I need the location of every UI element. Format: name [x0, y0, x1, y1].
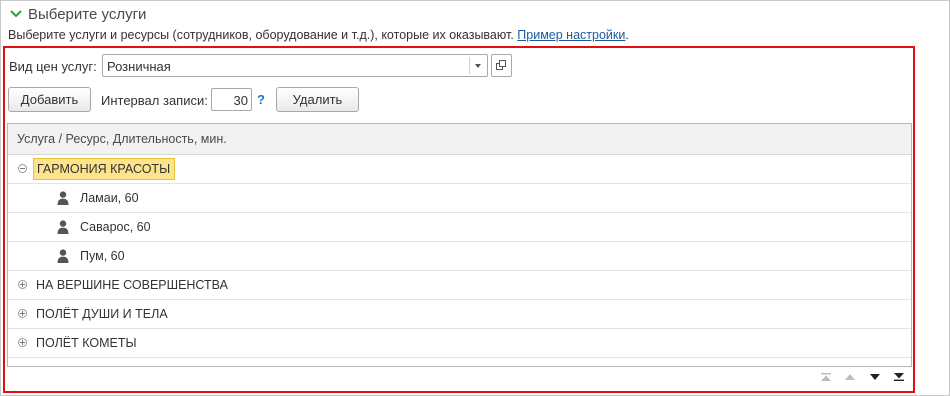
price-type-value: Розничная — [107, 59, 171, 74]
section-subtitle: Выберите услуги и ресурсы (сотрудников, … — [8, 28, 629, 42]
group-label: НА ВЕРШИНЕ СОВЕРШЕНСТВА — [36, 278, 228, 292]
open-form-icon — [496, 60, 506, 70]
person-icon — [57, 191, 69, 205]
subtitle-end: . — [625, 28, 629, 42]
dropdown-arrow-icon[interactable] — [475, 64, 481, 68]
price-type-select[interactable]: Розничная — [102, 54, 488, 77]
scroll-bottom-button[interactable] — [888, 367, 910, 387]
price-type-label: Вид цен услуг: — [9, 59, 97, 74]
table-row[interactable]: НА ВЕРШИНЕ СОВЕРШЕНСТВА — [8, 271, 911, 300]
subtitle-text: Выберите услуги и ресурсы (сотрудников, … — [8, 28, 514, 42]
expand-icon[interactable] — [18, 309, 27, 318]
services-table[interactable]: Услуга / Ресурс, Длительность, мин. ГАРМ… — [7, 123, 912, 367]
group-label: ГАРМОНИЯ КРАСОТЫ — [33, 158, 176, 180]
scroll-to-top-icon — [821, 373, 831, 381]
scroll-down-button[interactable] — [864, 367, 886, 387]
scroll-up-icon — [845, 374, 855, 380]
delete-button[interactable]: Удалить — [276, 87, 359, 112]
table-row[interactable]: Ламаи, 60 — [8, 184, 911, 213]
table-row[interactable]: ПОЛЁТ КОМЕТЫ — [8, 329, 911, 358]
resource-label: Саварос, 60 — [80, 220, 151, 234]
section-title: Выберите услуги — [28, 5, 147, 23]
table-row[interactable]: Саварос, 60 — [8, 213, 911, 242]
add-button[interactable]: Добавить — [8, 87, 91, 112]
select-divider — [469, 57, 470, 74]
expand-icon[interactable] — [18, 338, 27, 347]
table-row[interactable]: ПОЛЁТ ДУШИ И ТЕЛА — [8, 300, 911, 329]
expand-icon[interactable] — [18, 280, 27, 289]
table-row[interactable]: Пум, 60 — [8, 242, 911, 271]
person-icon — [57, 249, 69, 263]
person-icon — [57, 220, 69, 234]
section-header[interactable]: Выберите услуги — [9, 4, 146, 24]
collapse-icon[interactable] — [18, 164, 27, 173]
help-icon[interactable]: ? — [257, 92, 265, 107]
table-header[interactable]: Услуга / Ресурс, Длительность, мин. — [8, 124, 911, 155]
table-row[interactable]: ГАРМОНИЯ КРАСОТЫ — [8, 155, 911, 184]
chevron-down-icon[interactable] — [9, 7, 23, 21]
scroll-down-icon — [870, 374, 880, 380]
interval-label: Интервал записи: — [101, 93, 208, 108]
example-settings-link[interactable]: Пример настройки — [517, 28, 625, 42]
group-label: ПОЛЁТ КОМЕТЫ — [36, 336, 137, 350]
scroll-up-button[interactable] — [839, 367, 861, 387]
resource-label: Пум, 60 — [80, 249, 125, 263]
resource-label: Ламаи, 60 — [80, 191, 139, 205]
scroll-top-button[interactable] — [815, 367, 837, 387]
open-form-button[interactable] — [491, 54, 512, 77]
scroll-to-bottom-icon — [894, 373, 904, 381]
group-label: ПОЛЁТ ДУШИ И ТЕЛА — [36, 307, 168, 321]
interval-input[interactable]: 30 — [211, 88, 252, 111]
